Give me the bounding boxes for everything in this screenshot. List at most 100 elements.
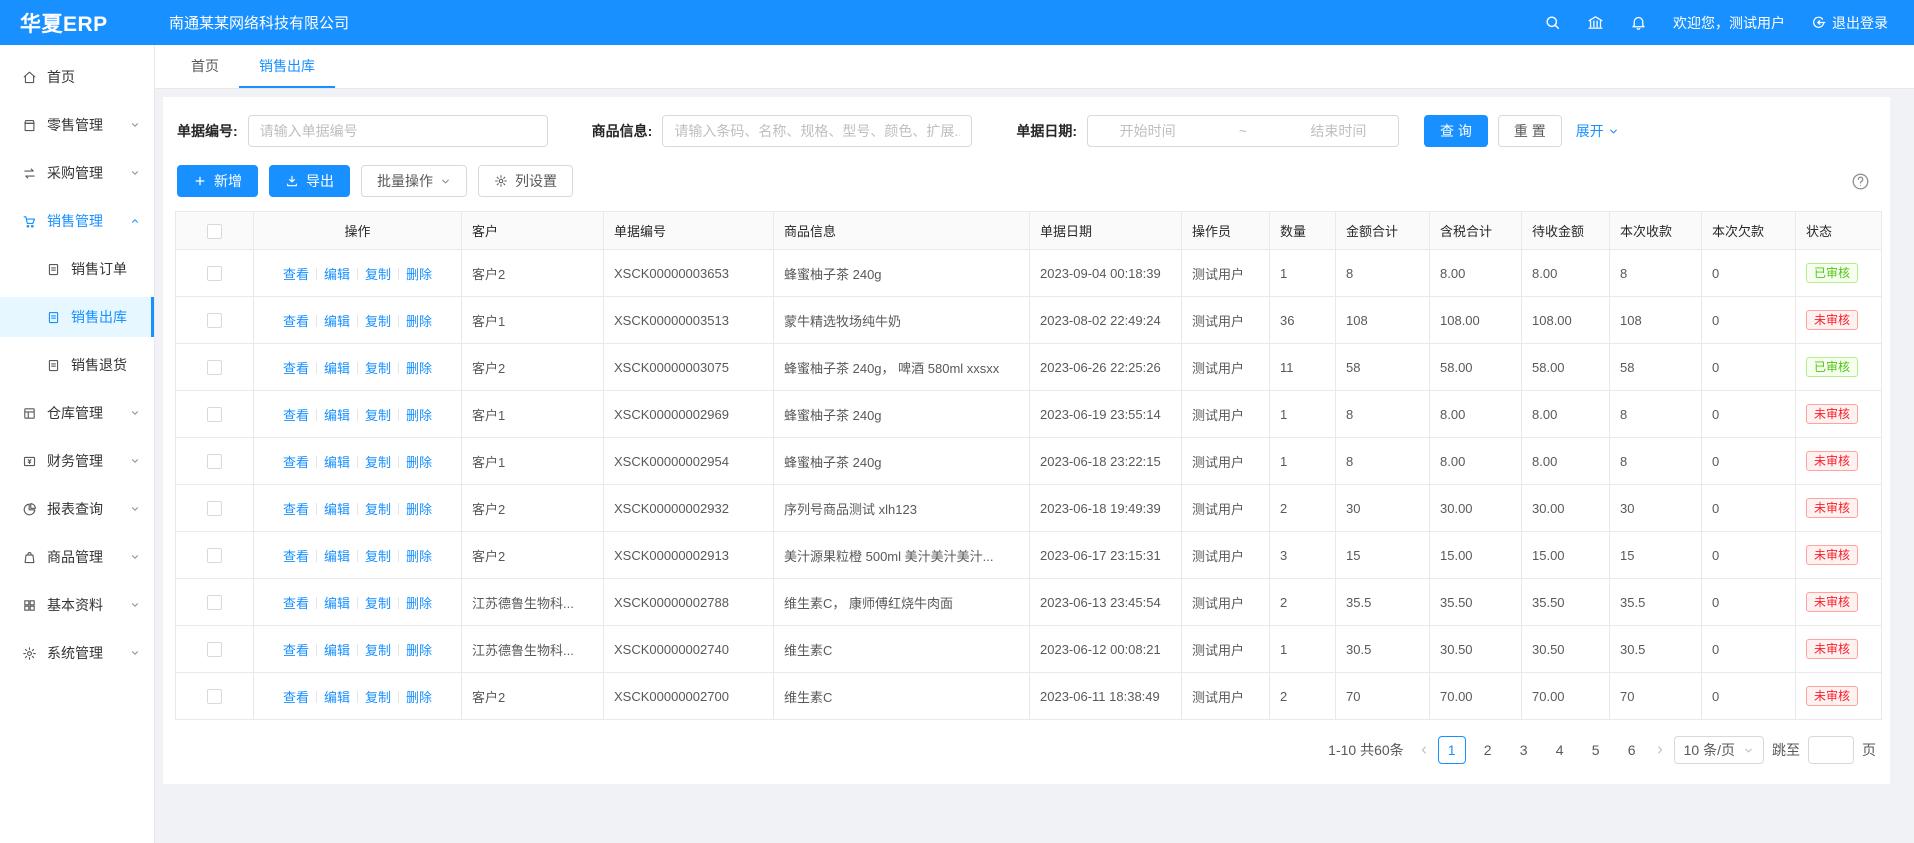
logout-button[interactable]: 退出登录 bbox=[1811, 13, 1888, 33]
edit-link[interactable]: 编辑 bbox=[324, 361, 350, 376]
delete-link[interactable]: 删除 bbox=[406, 502, 432, 517]
product-info-input[interactable] bbox=[662, 115, 972, 147]
add-button[interactable]: 新增 bbox=[177, 165, 258, 197]
view-link[interactable]: 查看 bbox=[283, 596, 309, 611]
edit-link[interactable]: 编辑 bbox=[324, 643, 350, 658]
page-number-button[interactable]: 4 bbox=[1546, 736, 1574, 764]
row-checkbox[interactable] bbox=[207, 689, 222, 704]
sidebar-item-finance[interactable]: 财务管理 bbox=[0, 441, 154, 481]
edit-link[interactable]: 编辑 bbox=[324, 314, 350, 329]
row-checkbox[interactable] bbox=[207, 595, 222, 610]
view-link[interactable]: 查看 bbox=[283, 643, 309, 658]
next-page-button[interactable] bbox=[1654, 744, 1666, 756]
view-link[interactable]: 查看 bbox=[283, 267, 309, 282]
expand-link[interactable]: 展开 bbox=[1576, 121, 1619, 141]
divider bbox=[398, 315, 399, 327]
delete-link[interactable]: 删除 bbox=[406, 408, 432, 423]
view-link[interactable]: 查看 bbox=[283, 455, 309, 470]
notification-bell-icon[interactable] bbox=[1630, 14, 1647, 31]
sidebar-item-goods[interactable]: 商品管理 bbox=[0, 537, 154, 577]
batch-operations-button[interactable]: 批量操作 bbox=[361, 165, 467, 197]
welcome-user[interactable]: 欢迎您，测试用户 bbox=[1673, 13, 1785, 33]
status-badge: 未审核 bbox=[1806, 686, 1858, 706]
copy-link[interactable]: 复制 bbox=[365, 643, 391, 658]
status-badge: 未审核 bbox=[1806, 310, 1858, 330]
help-icon[interactable] bbox=[1851, 172, 1870, 191]
page-size-select[interactable]: 10 条/页 bbox=[1674, 736, 1764, 764]
sidebar-item-home[interactable]: 首页 bbox=[0, 57, 154, 97]
edit-link[interactable]: 编辑 bbox=[324, 408, 350, 423]
prev-page-button[interactable] bbox=[1418, 744, 1430, 756]
delete-link[interactable]: 删除 bbox=[406, 549, 432, 564]
copy-link[interactable]: 复制 bbox=[365, 314, 391, 329]
view-link[interactable]: 查看 bbox=[283, 690, 309, 705]
page-number-button[interactable]: 3 bbox=[1510, 736, 1538, 764]
edit-link[interactable]: 编辑 bbox=[324, 596, 350, 611]
edit-link[interactable]: 编辑 bbox=[324, 502, 350, 517]
view-link[interactable]: 查看 bbox=[283, 314, 309, 329]
doc-no-input[interactable] bbox=[248, 115, 548, 147]
sidebar-item-sales-return[interactable]: 销售退货 bbox=[0, 345, 154, 385]
sidebar-item-sales[interactable]: 销售管理 bbox=[0, 201, 154, 241]
search-icon[interactable] bbox=[1544, 14, 1561, 31]
page-number-button[interactable]: 6 bbox=[1618, 736, 1646, 764]
delete-link[interactable]: 删除 bbox=[406, 690, 432, 705]
tab-home[interactable]: 首页 bbox=[171, 45, 239, 88]
row-checkbox[interactable] bbox=[207, 501, 222, 516]
view-link[interactable]: 查看 bbox=[283, 408, 309, 423]
edit-link[interactable]: 编辑 bbox=[324, 690, 350, 705]
sidebar-item-basic-data[interactable]: 基本资料 bbox=[0, 585, 154, 625]
sidebar-item-retail[interactable]: 零售管理 bbox=[0, 105, 154, 145]
copy-link[interactable]: 复制 bbox=[365, 596, 391, 611]
page-number-button[interactable]: 5 bbox=[1582, 736, 1610, 764]
edit-link[interactable]: 编辑 bbox=[324, 549, 350, 564]
copy-link[interactable]: 复制 bbox=[365, 361, 391, 376]
sidebar-item-system[interactable]: 系统管理 bbox=[0, 633, 154, 673]
date-range-input[interactable]: 开始时间 ~ 结束时间 bbox=[1087, 115, 1399, 147]
reset-button[interactable]: 重 置 bbox=[1498, 115, 1562, 147]
sidebar-item-purchase[interactable]: 采购管理 bbox=[0, 153, 154, 193]
edit-link[interactable]: 编辑 bbox=[324, 455, 350, 470]
copy-link[interactable]: 复制 bbox=[365, 455, 391, 470]
search-button[interactable]: 查 询 bbox=[1424, 115, 1488, 147]
cell-qty: 1 bbox=[1270, 391, 1336, 438]
jump-to-input[interactable] bbox=[1808, 736, 1854, 764]
copy-link[interactable]: 复制 bbox=[365, 549, 391, 564]
row-checkbox[interactable] bbox=[207, 548, 222, 563]
sidebar-item-label: 销售退货 bbox=[71, 355, 127, 375]
platform-bank-icon[interactable] bbox=[1587, 14, 1604, 31]
row-checkbox[interactable] bbox=[207, 313, 222, 328]
delete-link[interactable]: 删除 bbox=[406, 596, 432, 611]
delete-link[interactable]: 删除 bbox=[406, 455, 432, 470]
sidebar-item-warehouse[interactable]: 仓库管理 bbox=[0, 393, 154, 433]
tab-sales-out[interactable]: 销售出库 bbox=[239, 45, 335, 88]
edit-link[interactable]: 编辑 bbox=[324, 267, 350, 282]
row-checkbox[interactable] bbox=[207, 642, 222, 657]
table-row: 查看编辑复制删除 江苏德鲁生物科... XSCK00000002740 维生素C… bbox=[176, 626, 1882, 673]
row-checkbox[interactable] bbox=[207, 454, 222, 469]
chevron-down-icon bbox=[130, 552, 140, 562]
page-number-button[interactable]: 1 bbox=[1438, 736, 1466, 764]
row-checkbox[interactable] bbox=[207, 360, 222, 375]
view-link[interactable]: 查看 bbox=[283, 549, 309, 564]
export-button[interactable]: 导出 bbox=[269, 165, 350, 197]
copy-link[interactable]: 复制 bbox=[365, 502, 391, 517]
view-link[interactable]: 查看 bbox=[283, 361, 309, 376]
row-checkbox[interactable] bbox=[207, 266, 222, 281]
copy-link[interactable]: 复制 bbox=[365, 690, 391, 705]
sidebar-item-sales-order[interactable]: 销售订单 bbox=[0, 249, 154, 289]
column-settings-button[interactable]: 列设置 bbox=[478, 165, 573, 197]
copy-link[interactable]: 复制 bbox=[365, 267, 391, 282]
app-logo[interactable]: 华夏ERP bbox=[0, 8, 155, 38]
page-number-button[interactable]: 2 bbox=[1474, 736, 1502, 764]
sidebar-item-reports[interactable]: 报表查询 bbox=[0, 489, 154, 529]
select-all-checkbox[interactable] bbox=[207, 224, 222, 239]
delete-link[interactable]: 删除 bbox=[406, 267, 432, 282]
delete-link[interactable]: 删除 bbox=[406, 314, 432, 329]
sidebar-item-sales-out[interactable]: 销售出库 bbox=[0, 297, 154, 337]
view-link[interactable]: 查看 bbox=[283, 502, 309, 517]
delete-link[interactable]: 删除 bbox=[406, 643, 432, 658]
delete-link[interactable]: 删除 bbox=[406, 361, 432, 376]
row-checkbox[interactable] bbox=[207, 407, 222, 422]
copy-link[interactable]: 复制 bbox=[365, 408, 391, 423]
